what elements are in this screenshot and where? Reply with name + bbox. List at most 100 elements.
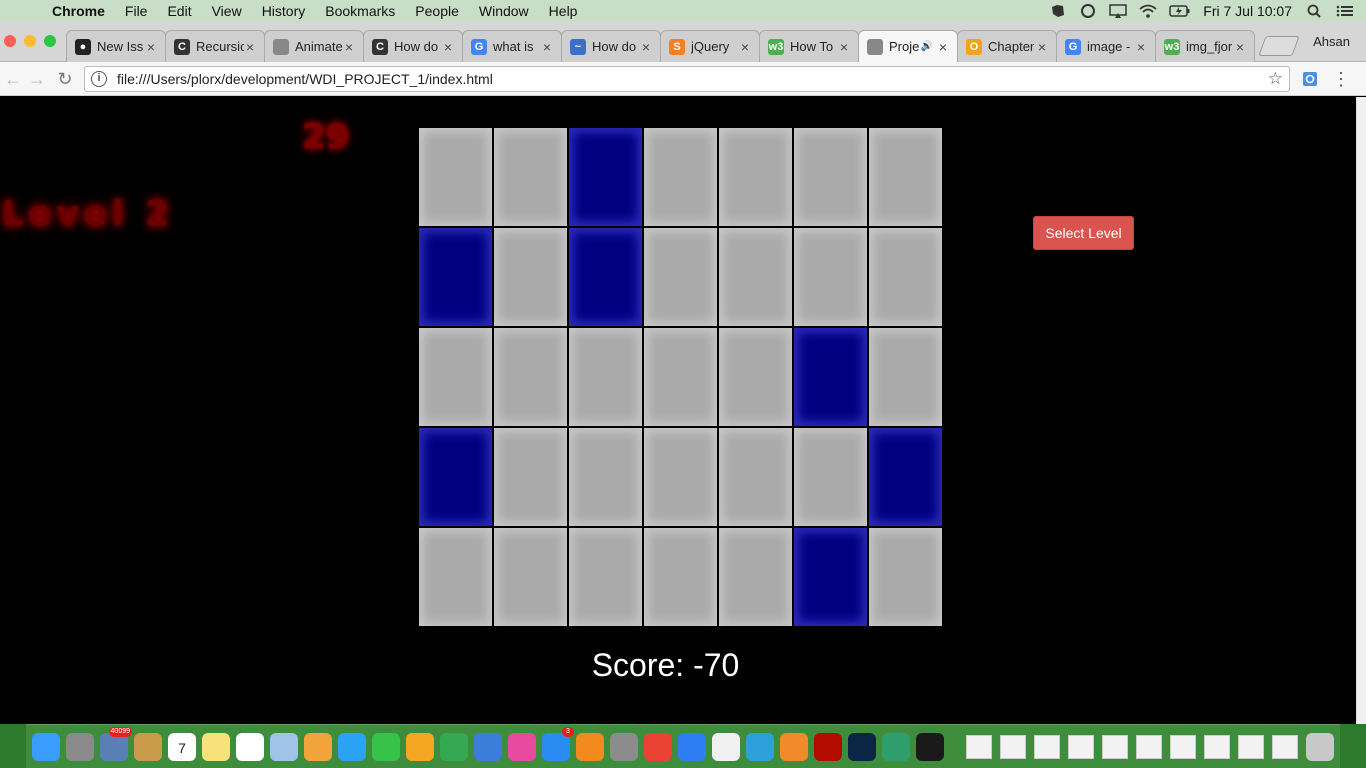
browser-tab[interactable]: ● New Iss × [66,30,166,62]
grid-cell[interactable] [418,127,493,227]
grid-cell-active[interactable] [418,227,493,327]
grid-cell-active[interactable] [793,327,868,427]
grid-cell-active[interactable] [793,527,868,627]
dock-document-icon[interactable] [1136,734,1162,759]
grid-cell[interactable] [418,527,493,627]
grid-cell[interactable] [493,227,568,327]
grid-cell[interactable] [493,127,568,227]
menu-view[interactable]: View [202,0,252,22]
browser-tab[interactable]: w3 How To × [759,30,859,62]
grid-cell[interactable] [718,427,793,527]
messages-icon[interactable] [338,732,366,761]
dock-document-icon[interactable] [1034,734,1060,759]
browser-tab[interactable]: Gwhat is × [462,30,562,62]
spotlight-search-icon[interactable] [1306,4,1324,18]
close-tab-icon[interactable]: × [145,39,157,55]
browser-tab[interactable]: O Chapter × [957,30,1057,62]
chrome-icon[interactable] [644,732,672,761]
grid-cell[interactable] [793,427,868,527]
grid-cell[interactable] [793,127,868,227]
markdown-icon[interactable] [746,732,774,761]
reload-icon[interactable]: ↻ [54,68,76,90]
close-tab-icon[interactable]: × [1036,39,1048,55]
safari-icon[interactable] [678,732,706,761]
dock-document-icon[interactable] [1102,734,1128,759]
grid-cell-active[interactable] [868,427,943,527]
atom-icon[interactable] [882,732,910,761]
facetime-icon[interactable] [372,732,400,761]
grid-cell[interactable] [793,227,868,327]
photoshop-icon[interactable] [848,732,876,761]
mail-stamps-icon[interactable]: 40099 [100,726,132,761]
info-icon[interactable]: i [91,71,107,87]
calendar-icon[interactable]: 7 [168,732,196,761]
grid-cell[interactable] [643,427,718,527]
close-tab-icon[interactable]: × [541,39,553,55]
app-store-icon[interactable]: 3 [542,726,574,761]
clock[interactable]: Fri 7 Jul 10:07 [1203,3,1292,19]
numbers-icon[interactable] [440,732,468,761]
wifi-icon[interactable] [1139,4,1157,18]
menu-file[interactable]: File [115,0,158,22]
ibooks-icon[interactable] [576,732,604,761]
dock-document-icon[interactable] [1068,734,1094,759]
notes-icon[interactable] [202,732,230,761]
close-window-button[interactable] [4,35,16,47]
dock-document-icon[interactable] [1238,734,1264,759]
dock-document-icon[interactable] [966,734,992,759]
grid-cell[interactable] [718,127,793,227]
page-scrollbar[interactable] [1356,97,1366,724]
contacts-icon[interactable] [134,732,162,761]
photos-icon[interactable] [304,732,332,761]
grid-cell[interactable] [643,327,718,427]
profile-button[interactable]: Ahsan [1313,34,1350,49]
grid-cell[interactable] [493,427,568,527]
close-tab-icon[interactable]: × [739,39,751,55]
evernote-icon[interactable] [1049,4,1067,18]
creative-cloud-icon[interactable] [1079,4,1097,18]
terminal-icon[interactable] [916,732,944,761]
grid-cell[interactable] [868,127,943,227]
maximize-window-button[interactable] [44,35,56,47]
browser-tab[interactable]: ~ How do × [561,30,661,62]
grid-cell[interactable] [718,227,793,327]
menu-app-name[interactable]: Chrome [36,0,115,22]
grid-cell[interactable] [568,427,643,527]
menu-bookmarks[interactable]: Bookmarks [315,0,405,22]
grid-cell[interactable] [718,327,793,427]
grid-cell[interactable] [868,527,943,627]
browser-tab[interactable]: C How do × [363,30,463,62]
grid-cell[interactable] [493,327,568,427]
pages-icon[interactable] [406,732,434,761]
browser-tab[interactable]: C Recursio × [165,30,265,62]
acrobat-icon[interactable] [814,732,842,761]
browser-tab[interactable]: SjQuery × [660,30,760,62]
itunes-icon[interactable] [508,732,536,761]
close-tab-icon[interactable]: × [442,39,454,55]
grid-cell[interactable] [493,527,568,627]
extension-icon[interactable] [1302,71,1318,87]
close-tab-icon[interactable]: × [244,39,256,55]
close-tab-icon[interactable]: × [937,39,949,55]
back-arrow-icon[interactable]: ← [2,68,24,90]
battery-icon[interactable] [1169,4,1191,18]
grid-cell[interactable] [418,327,493,427]
minimize-window-button[interactable] [24,35,36,47]
grid-cell[interactable] [718,527,793,627]
forward-arrow-icon[interactable]: → [26,68,48,90]
close-tab-icon[interactable]: × [640,39,652,55]
system-preferences-icon[interactable] [610,732,638,761]
close-tab-icon[interactable]: × [1234,39,1246,55]
grid-cell[interactable] [643,127,718,227]
keynote-icon[interactable] [474,732,502,761]
audio-playing-icon[interactable]: 🔊 [921,41,933,52]
grid-cell[interactable] [868,327,943,427]
grid-cell[interactable] [643,527,718,627]
browser-tab[interactable]: Proje 🔊 × [858,30,958,62]
browser-tab[interactable]: Animate × [264,30,364,62]
trash-icon[interactable] [1306,732,1334,761]
close-tab-icon[interactable]: × [838,39,850,55]
address-bar[interactable]: i file:///Users/plorx/development/WDI_PR… [84,66,1290,92]
menu-edit[interactable]: Edit [157,0,201,22]
select-level-button[interactable]: Select Level [1033,216,1134,250]
